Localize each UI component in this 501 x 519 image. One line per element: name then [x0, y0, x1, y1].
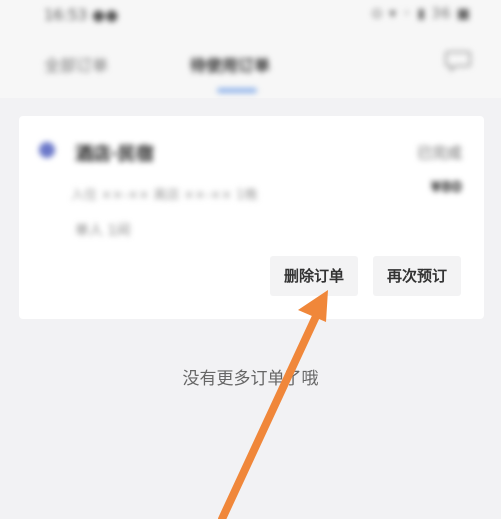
pointer-arrow [218, 290, 328, 519]
